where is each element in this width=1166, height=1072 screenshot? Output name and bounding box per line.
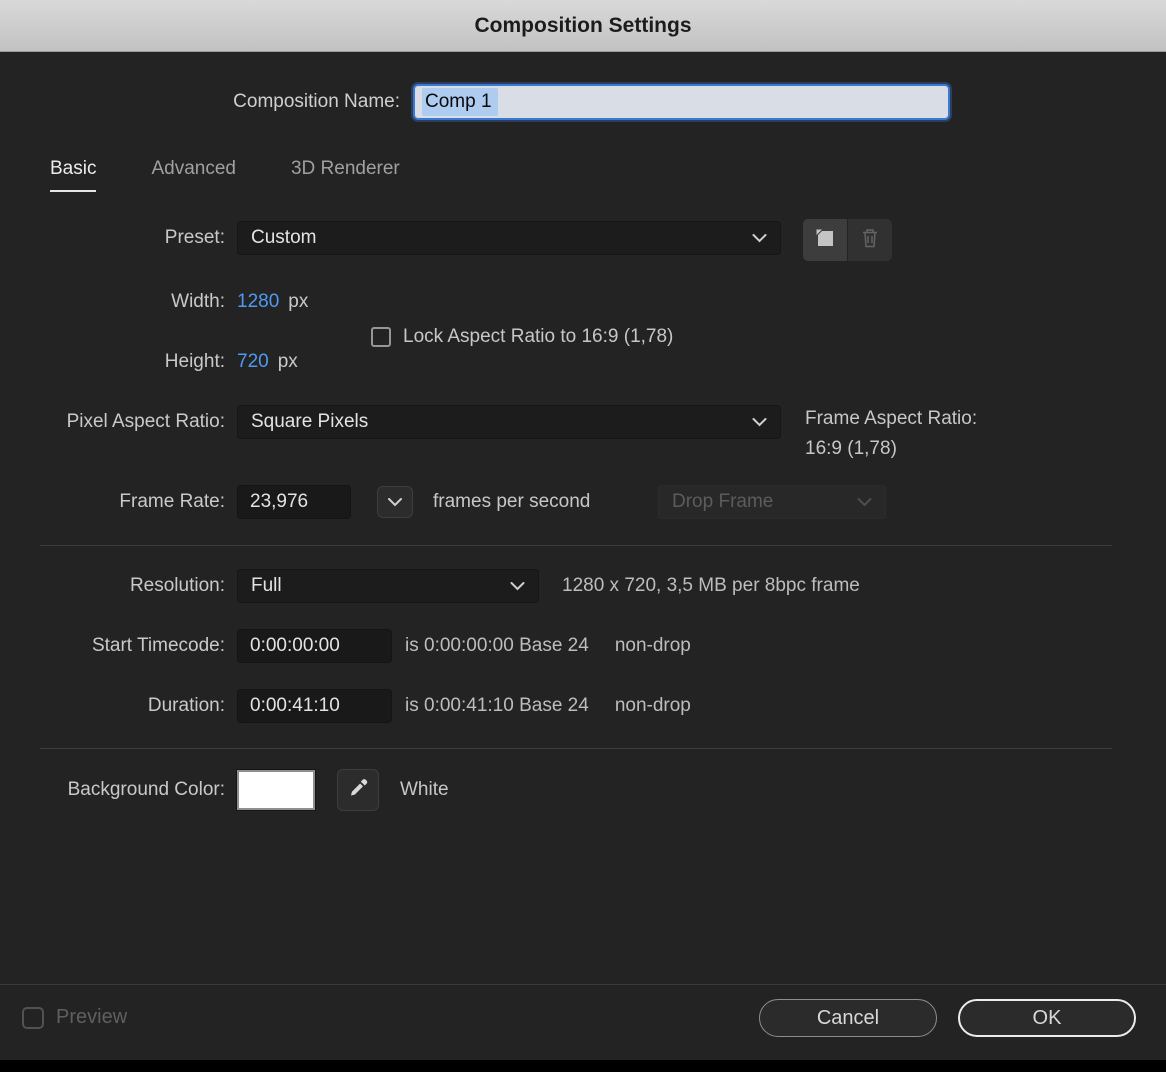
duration-label: Duration: [0, 689, 225, 723]
save-preset-icon [814, 227, 836, 254]
cancel-button[interactable]: Cancel [759, 999, 937, 1037]
height-label: Height: [0, 345, 225, 379]
eyedropper-icon [346, 776, 370, 805]
composition-name-label: Composition Name: [0, 84, 400, 120]
width-value-field[interactable]: 1280 px [237, 285, 308, 319]
width-value[interactable]: 1280 [237, 291, 279, 312]
background-color-label: Background Color: [0, 770, 225, 810]
chevron-down-icon [752, 234, 767, 243]
tab-advanced[interactable]: Advanced [151, 158, 236, 192]
footer-divider [0, 984, 1166, 985]
background-color-swatch[interactable] [237, 770, 315, 810]
section-divider [40, 748, 1112, 749]
lock-aspect-ratio-control[interactable]: Lock Aspect Ratio to 16:9 (1,78) [371, 326, 673, 348]
frame-aspect-ratio-block: Frame Aspect Ratio: 16:9 (1,78) [805, 404, 977, 464]
lock-aspect-ratio-label: Lock Aspect Ratio to 16:9 (1,78) [403, 326, 673, 348]
chevron-down-icon [752, 418, 767, 427]
drop-frame-dropdown: Drop Frame [658, 485, 886, 519]
start-timecode-input[interactable]: 0:00:00:00 [237, 629, 392, 663]
chevron-down-icon [388, 498, 402, 507]
background-color-name: White [400, 770, 449, 810]
start-timecode-drop: non-drop [615, 635, 691, 656]
pixel-aspect-ratio-label: Pixel Aspect Ratio: [0, 405, 225, 439]
tab-bar: Basic Advanced 3D Renderer [50, 158, 400, 192]
composition-name-input[interactable]: Comp 1 [413, 84, 950, 120]
chevron-down-icon [510, 582, 525, 591]
tab-3d-renderer[interactable]: 3D Renderer [291, 158, 400, 192]
frame-aspect-ratio-label: Frame Aspect Ratio: [805, 404, 977, 434]
delete-preset-button[interactable] [848, 219, 892, 261]
composition-name-value: Comp 1 [422, 88, 498, 116]
chevron-down-icon [857, 498, 872, 507]
duration-base: is 0:00:41:10 Base 24 [405, 695, 589, 716]
duration-info: is 0:00:41:10 Base 24 non-drop [405, 689, 691, 723]
lock-aspect-ratio-checkbox[interactable] [371, 327, 391, 347]
tab-basic[interactable]: Basic [50, 158, 96, 192]
height-value-field[interactable]: 720 px [237, 345, 298, 379]
resolution-dropdown[interactable]: Full [237, 569, 539, 603]
start-timecode-info: is 0:00:00:00 Base 24 non-drop [405, 629, 691, 663]
resolution-info: 1280 x 720, 3,5 MB per 8bpc frame [562, 569, 860, 603]
frame-rate-label: Frame Rate: [0, 485, 225, 519]
duration-value: 0:00:41:10 [250, 695, 340, 717]
save-preset-button[interactable] [803, 219, 847, 261]
preset-dropdown[interactable]: Custom [237, 221, 781, 255]
preview-label: Preview [56, 1006, 127, 1029]
height-value[interactable]: 720 [237, 351, 269, 372]
ok-button[interactable]: OK [958, 999, 1136, 1037]
start-timecode-label: Start Timecode: [0, 629, 225, 663]
cancel-button-label: Cancel [817, 1007, 879, 1030]
start-timecode-base: is 0:00:00:00 Base 24 [405, 635, 589, 656]
pixel-aspect-ratio-dropdown[interactable]: Square Pixels [237, 405, 781, 439]
frame-rate-preset-button[interactable] [377, 486, 413, 518]
frame-rate-suffix: frames per second [433, 485, 590, 519]
eyedropper-button[interactable] [337, 769, 379, 811]
ok-button-label: OK [1033, 1007, 1062, 1030]
preset-actions [803, 219, 892, 261]
dialog-title: Composition Settings [475, 14, 692, 38]
duration-input[interactable]: 0:00:41:10 [237, 689, 392, 723]
pixel-aspect-ratio-value: Square Pixels [251, 411, 368, 433]
dialog-titlebar: Composition Settings [0, 0, 1166, 52]
drop-frame-value: Drop Frame [672, 491, 773, 513]
trash-icon [860, 227, 880, 254]
duration-drop: non-drop [615, 695, 691, 716]
preset-label: Preset: [0, 221, 225, 255]
section-divider [40, 545, 1112, 546]
frame-rate-value: 23,976 [250, 491, 308, 513]
resolution-value: Full [251, 575, 282, 597]
preview-control[interactable]: Preview [22, 1006, 127, 1029]
frame-aspect-ratio-value: 16:9 (1,78) [805, 434, 977, 464]
width-label: Width: [0, 285, 225, 319]
screen-edge [0, 1060, 1166, 1072]
frame-rate-input[interactable]: 23,976 [237, 485, 351, 519]
start-timecode-value: 0:00:00:00 [250, 635, 340, 657]
preset-value: Custom [251, 227, 316, 249]
width-unit: px [288, 291, 308, 312]
height-unit: px [278, 351, 298, 372]
resolution-label: Resolution: [0, 569, 225, 603]
preview-checkbox[interactable] [22, 1007, 44, 1029]
